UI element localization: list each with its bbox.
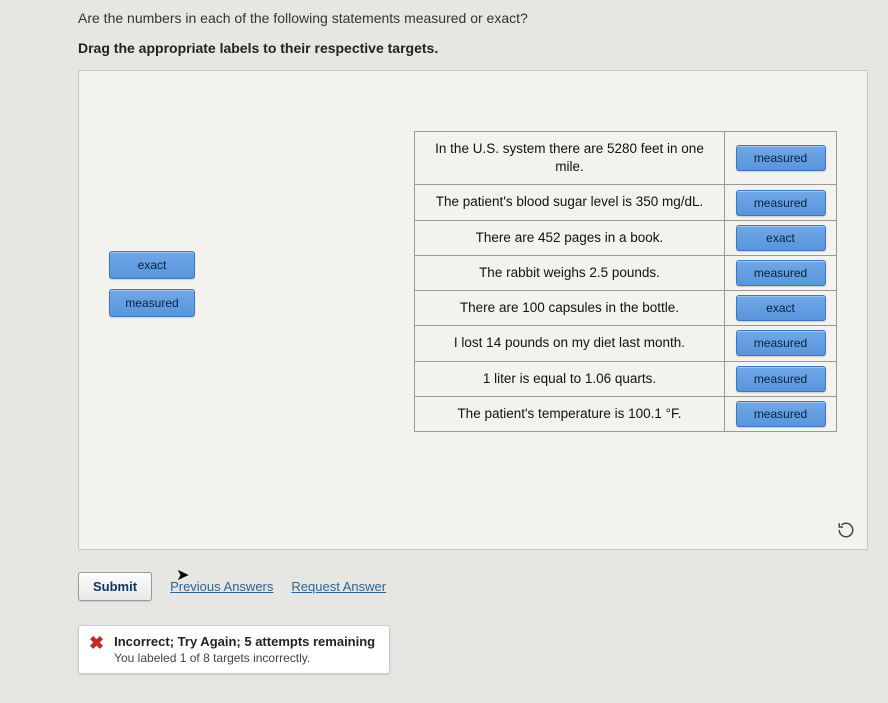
- table-row: 1 liter is equal to 1.06 quarts. measure…: [415, 361, 837, 396]
- statement-cell: There are 100 capsules in the bottle.: [415, 291, 725, 326]
- placed-chip[interactable]: exact: [736, 225, 826, 251]
- question-text: Are the numbers in each of the following…: [78, 10, 868, 26]
- table-row: The patient's temperature is 100.1 °F. m…: [415, 396, 837, 431]
- statement-cell: The patient's temperature is 100.1 °F.: [415, 396, 725, 431]
- table-row: I lost 14 pounds on my diet last month. …: [415, 326, 837, 361]
- placed-chip[interactable]: measured: [736, 330, 826, 356]
- drop-target[interactable]: measured: [725, 326, 837, 361]
- targets-table: In the U.S. system there are 5280 feet i…: [414, 131, 837, 432]
- feedback-title: Incorrect; Try Again; 5 attempts remaini…: [114, 634, 375, 649]
- placed-chip[interactable]: exact: [736, 295, 826, 321]
- statement-cell: In the U.S. system there are 5280 feet i…: [415, 132, 725, 185]
- drop-target[interactable]: measured: [725, 396, 837, 431]
- table-row: The patient's blood sugar level is 350 m…: [415, 185, 837, 220]
- table-row: The rabbit weighs 2.5 pounds. measured: [415, 255, 837, 290]
- drop-target[interactable]: measured: [725, 185, 837, 220]
- drop-target[interactable]: measured: [725, 361, 837, 396]
- reset-icon[interactable]: [837, 521, 855, 539]
- feedback-box: ✖ Incorrect; Try Again; 5 attempts remai…: [78, 625, 390, 674]
- drop-target[interactable]: measured: [725, 132, 837, 185]
- previous-answers-link[interactable]: Previous Answers: [170, 579, 273, 594]
- table-row: There are 100 capsules in the bottle. ex…: [415, 291, 837, 326]
- source-chip-measured[interactable]: measured: [109, 289, 195, 317]
- placed-chip[interactable]: measured: [736, 260, 826, 286]
- statement-cell: I lost 14 pounds on my diet last month.: [415, 326, 725, 361]
- source-labels-column: exact measured: [109, 251, 195, 317]
- table-row: In the U.S. system there are 5280 feet i…: [415, 132, 837, 185]
- controls-row: Submit Previous Answers Request Answer: [78, 572, 868, 601]
- statement-cell: The patient's blood sugar level is 350 m…: [415, 185, 725, 220]
- drag-drop-area: exact measured In the U.S. system there …: [78, 70, 868, 550]
- drop-target[interactable]: exact: [725, 220, 837, 255]
- placed-chip[interactable]: measured: [736, 190, 826, 216]
- table-row: There are 452 pages in a book. exact: [415, 220, 837, 255]
- feedback-subtext: You labeled 1 of 8 targets incorrectly.: [114, 651, 375, 665]
- placed-chip[interactable]: measured: [736, 366, 826, 392]
- source-chip-exact[interactable]: exact: [109, 251, 195, 279]
- drop-target[interactable]: exact: [725, 291, 837, 326]
- submit-button[interactable]: Submit: [78, 572, 152, 601]
- instruction-text: Drag the appropriate labels to their res…: [78, 40, 868, 56]
- incorrect-x-icon: ✖: [89, 634, 104, 652]
- placed-chip[interactable]: measured: [736, 145, 826, 171]
- statement-cell: The rabbit weighs 2.5 pounds.: [415, 255, 725, 290]
- request-answer-link[interactable]: Request Answer: [291, 579, 386, 594]
- placed-chip[interactable]: measured: [736, 401, 826, 427]
- drop-target[interactable]: measured: [725, 255, 837, 290]
- statement-cell: There are 452 pages in a book.: [415, 220, 725, 255]
- statement-cell: 1 liter is equal to 1.06 quarts.: [415, 361, 725, 396]
